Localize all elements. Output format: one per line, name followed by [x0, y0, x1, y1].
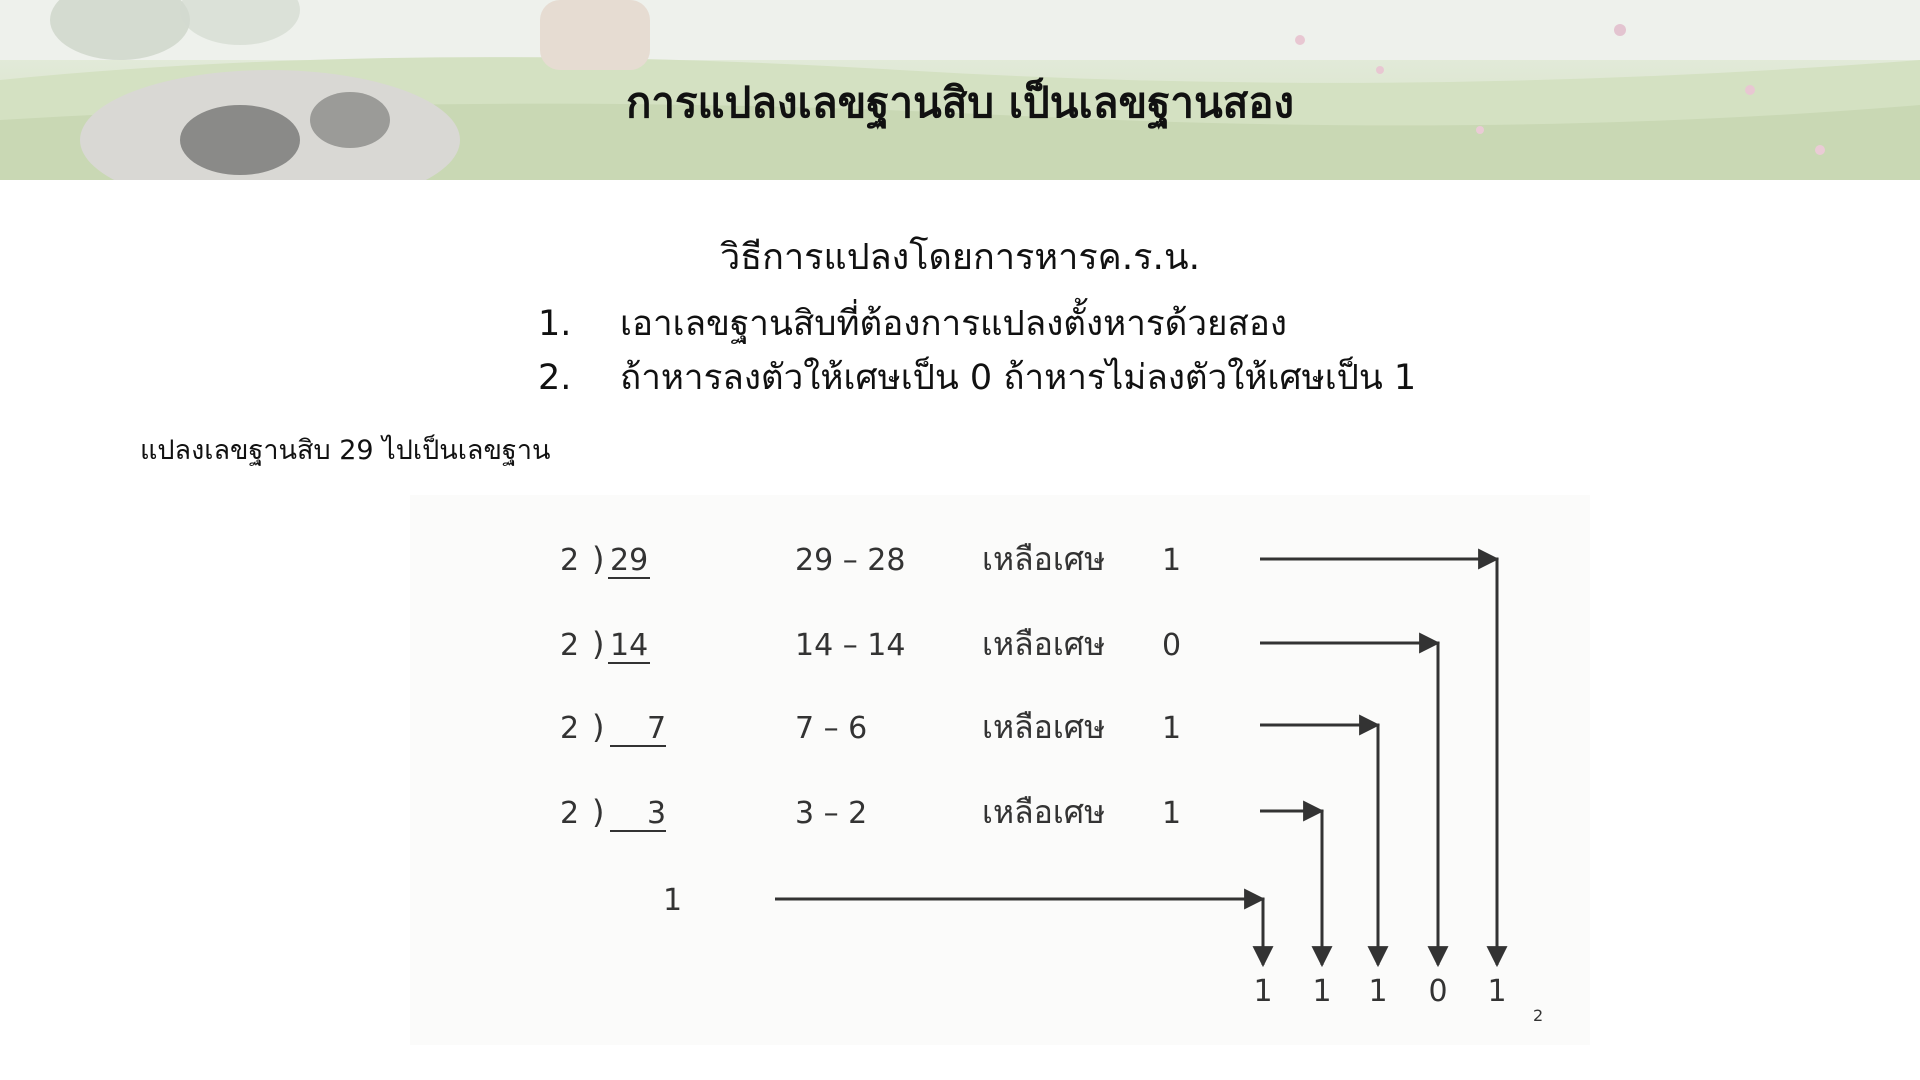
result-digit: 1 [1487, 974, 1506, 1009]
step-number: 2. [538, 358, 572, 398]
division-bracket: ) [592, 708, 604, 746]
remainder: 1 [1162, 543, 1181, 578]
remainder: 1 [1162, 796, 1181, 831]
page-title: การแปลงเลขฐานสิบ เป็นเลขฐานสอง [625, 78, 1295, 127]
dividend: 3 [647, 796, 666, 831]
subtraction: 3 – 2 [795, 796, 867, 831]
step-2: 2. ถ้าหารลงตัวให้เศษเป็น 0 ถ้าหารไม่ลงตัว… [538, 350, 1416, 405]
remainder: 0 [1162, 628, 1181, 663]
result-digit: 0 [1428, 974, 1447, 1009]
remainder-label: เหลือเศษ [982, 540, 1105, 578]
divisor: 2 [560, 711, 579, 746]
remainder: 1 [1162, 711, 1181, 746]
method-subtitle: วิธีการแปลงโดยการหารค.ร.น. [719, 237, 1201, 278]
step-text: เอาเลขฐานสิบที่ต้องการแปลงตั้งหารด้วยสอง [620, 304, 1288, 344]
arrow-row-2 [1260, 641, 1449, 968]
step-text: ถ้าหารลงตัวให้เศษเป็น 0 ถ้าหารไม่ลงตัวให… [620, 358, 1417, 398]
final-quotient: 1 [663, 883, 682, 918]
header-banner: การแปลงเลขฐานสิบ เป็นเลขฐานสอง [0, 0, 1920, 180]
step-1: 1. เอาเลขฐานสิบที่ต้องการแปลงตั้งหารด้วยส… [538, 296, 1287, 351]
division-bracket: ) [592, 540, 604, 578]
division-diagram-svg: 2 ) 29 29 – 28 เหลือเศษ 1 2 ) 14 14 – 14… [560, 540, 1543, 1025]
remainder-label: เหลือเศษ [982, 793, 1105, 831]
division-bracket: ) [592, 793, 604, 831]
arrow-quotient [775, 897, 1274, 968]
divisor: 2 [560, 628, 579, 663]
dividend: 29 [610, 543, 648, 578]
subtraction: 14 – 14 [795, 628, 905, 663]
arrow-row-3 [1260, 723, 1389, 968]
result-digit: 1 [1253, 974, 1272, 1009]
result-digit: 1 [1368, 974, 1387, 1009]
result-digit: 1 [1312, 974, 1331, 1009]
dividend: 7 [647, 711, 666, 746]
remainder-label: เหลือเศษ [982, 708, 1105, 746]
dividend: 14 [610, 628, 648, 663]
step-number: 1. [538, 304, 572, 344]
divisor: 2 [560, 796, 579, 831]
cow-standing-illustration [540, 0, 650, 70]
division-bracket: ) [592, 625, 604, 663]
result-base-subscript: 2 [1533, 1006, 1543, 1025]
subtraction: 7 – 6 [795, 711, 867, 746]
arrow-row-4 [1260, 809, 1333, 968]
remainder-label: เหลือเศษ [982, 625, 1105, 663]
division-diagram: 2 ) 29 29 – 28 เหลือเศษ 1 2 ) 14 14 – 14… [410, 495, 1590, 1045]
example-label: แปลงเลขฐานสิบ 29 ไปเป็นเลขฐาน [140, 435, 551, 466]
divisor: 2 [560, 543, 579, 578]
subtraction: 29 – 28 [795, 543, 905, 578]
